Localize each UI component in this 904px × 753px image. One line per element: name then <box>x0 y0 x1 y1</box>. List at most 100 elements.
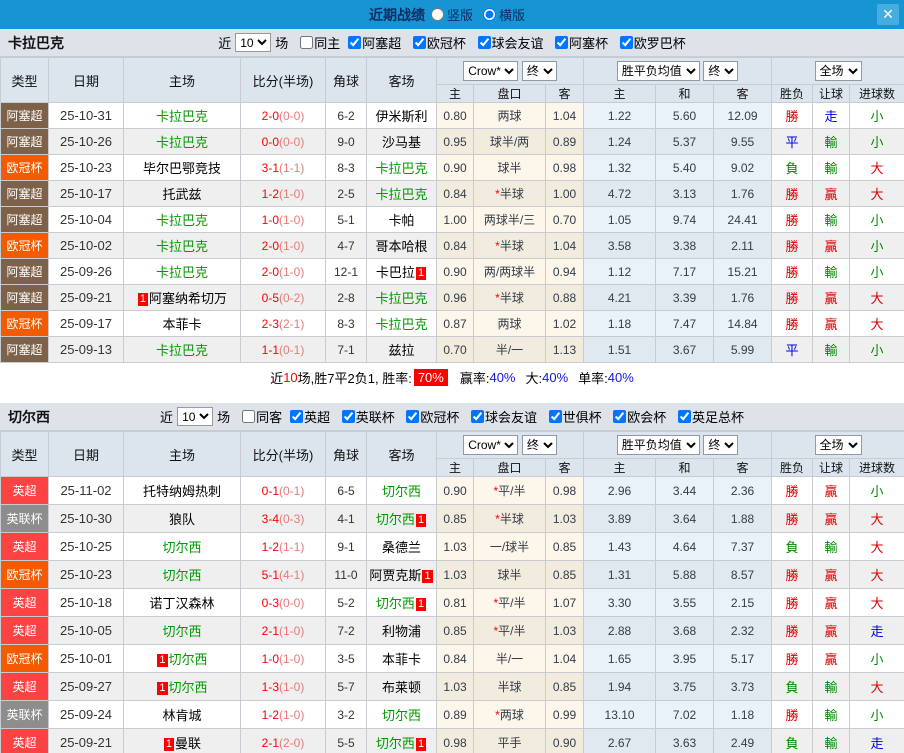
score-cell: 2-1(2-0) <box>241 729 326 753</box>
halftime-score: (1-0) <box>279 624 304 638</box>
col-away: 客场 <box>367 432 437 477</box>
league-filter-checkbox[interactable] <box>342 410 355 423</box>
goals-result-cell: 走 <box>850 617 904 645</box>
horizontal-radio[interactable] <box>483 8 496 21</box>
league-filter-checkbox[interactable] <box>471 410 484 423</box>
league-filter[interactable]: 欧会杯 <box>609 407 666 426</box>
col-goals: 进球数 <box>850 459 904 477</box>
league-filter-checkbox[interactable] <box>613 410 626 423</box>
league-filter[interactable]: 阿塞超 <box>344 33 401 52</box>
halftime-score: (1-0) <box>279 652 304 666</box>
league-filter-checkbox[interactable] <box>348 36 361 49</box>
league-filter[interactable]: 英足总杯 <box>674 407 744 426</box>
home-team-name: 托特纳姆热刺 <box>143 484 221 499</box>
avg-stage-select[interactable]: 终 <box>703 61 738 81</box>
league-filter-checkbox[interactable] <box>678 410 691 423</box>
league-cell: 阿塞超 <box>1 103 49 129</box>
away-team-cell: 切尔西 <box>367 701 437 729</box>
league-filter-checkbox[interactable] <box>413 36 426 49</box>
avg-draw-cell: 5.60 <box>656 103 714 129</box>
layout-radio-vertical[interactable]: 竖版 <box>431 5 473 24</box>
league-filter[interactable]: 欧罗巴杯 <box>616 33 686 52</box>
avg-home-cell: 1.43 <box>584 533 656 561</box>
handicap-cell: 两球 <box>474 311 546 337</box>
fulltime-score: 5-1 <box>262 568 279 582</box>
avg-away-cell: 12.09 <box>714 103 772 129</box>
match-row: 英超 25-09-27 1切尔西 1-3(1-0) 5-7 布莱顿 1.03 半… <box>1 673 904 701</box>
games-count-select[interactable]: 10 <box>177 407 213 426</box>
avg-home-cell: 3.30 <box>584 589 656 617</box>
vertical-radio[interactable] <box>431 8 444 21</box>
home-team-cell: 切尔西 <box>124 617 241 645</box>
avg-draw-cell: 3.64 <box>656 505 714 533</box>
avg-odds-select[interactable]: 胜平负均值 <box>617 61 700 81</box>
col-avg-home: 主 <box>584 85 656 103</box>
games-count-select[interactable]: 10 <box>235 33 271 52</box>
league-filter[interactable]: 英联杯 <box>338 407 395 426</box>
avg-stage-select[interactable]: 终 <box>703 435 738 455</box>
layout-radio-horizontal[interactable]: 横版 <box>483 5 525 24</box>
odds-source-select[interactable]: Crow* <box>463 435 518 455</box>
goals-result-cell: 小 <box>850 701 904 729</box>
league-filter[interactable]: 欧冠杯 <box>402 407 459 426</box>
handicap-cell: *半球 <box>474 181 546 207</box>
handicap-cell: 半球 <box>474 673 546 701</box>
col-handicap: 盘口 <box>474 85 546 103</box>
league-filter-checkbox[interactable] <box>478 36 491 49</box>
home-team-name: 卡拉巴克 <box>156 135 208 150</box>
same-venue-filter[interactable]: 同客 <box>238 407 282 426</box>
match-row: 欧冠杯 25-10-01 1切尔西 1-0(1-0) 3-5 本菲卡 0.84 … <box>1 645 904 673</box>
home-team-cell: 1阿塞纳希切万 <box>124 285 241 311</box>
goals-result-cell: 大 <box>850 155 904 181</box>
fulltime-select[interactable]: 全场 <box>815 61 862 81</box>
corner-cell: 8-3 <box>326 311 367 337</box>
odds-source-select[interactable]: Crow* <box>463 61 518 81</box>
home-team-cell: 诺丁汉森林 <box>124 589 241 617</box>
avg-odds-select[interactable]: 胜平负均值 <box>617 435 700 455</box>
avg-odds-group: 胜平负均值 终 <box>584 432 772 459</box>
corner-cell: 4-7 <box>326 233 367 259</box>
odds-stage-select[interactable]: 终 <box>522 435 557 455</box>
summary-text: 赢率: <box>460 368 490 387</box>
avg-draw-cell: 3.63 <box>656 729 714 753</box>
home-team-cell: 卡拉巴克 <box>124 129 241 155</box>
avg-away-cell: 3.73 <box>714 673 772 701</box>
date-cell: 25-10-25 <box>49 533 124 561</box>
league-filter-checkbox[interactable] <box>290 410 303 423</box>
league-filter-checkbox[interactable] <box>555 36 568 49</box>
league-filter-checkbox[interactable] <box>549 410 562 423</box>
handicap-result-cell: 輸 <box>813 533 850 561</box>
avg-away-cell: 1.76 <box>714 181 772 207</box>
avg-home-cell: 1.18 <box>584 311 656 337</box>
avg-home-cell: 3.58 <box>584 233 656 259</box>
league-filter[interactable]: 欧冠杯 <box>409 33 466 52</box>
league-filter-checkbox[interactable] <box>620 36 633 49</box>
avg-away-cell: 5.17 <box>714 645 772 673</box>
score-cell: 0-5(0-2) <box>241 285 326 311</box>
handicap-cell: *平/半 <box>474 589 546 617</box>
date-cell: 25-10-02 <box>49 233 124 259</box>
league-cell: 英联杯 <box>1 505 49 533</box>
date-cell: 25-09-21 <box>49 729 124 753</box>
odds-stage-select[interactable]: 终 <box>522 61 557 81</box>
league-filter[interactable]: 英超 <box>286 407 330 426</box>
close-icon[interactable]: ✕ <box>877 4 899 25</box>
col-odds-away: 客 <box>546 459 584 477</box>
league-filter[interactable]: 球会友谊 <box>467 407 537 426</box>
fulltime-score: 3-1 <box>262 161 279 175</box>
handicap-text: 两球 <box>500 708 524 722</box>
score-cell: 3-4(0-3) <box>241 505 326 533</box>
league-filter[interactable]: 阿塞杯 <box>551 33 608 52</box>
handicap-result-cell: 贏 <box>813 589 850 617</box>
league-filter[interactable]: 世俱杯 <box>545 407 602 426</box>
goals-result-cell: 大 <box>850 181 904 207</box>
league-filter[interactable]: 球会友谊 <box>474 33 544 52</box>
league-filter-checkbox[interactable] <box>406 410 419 423</box>
date-cell: 25-10-05 <box>49 617 124 645</box>
same-venue-checkbox[interactable] <box>242 410 255 423</box>
fulltime-select[interactable]: 全场 <box>815 435 862 455</box>
same-venue-checkbox[interactable] <box>300 36 313 49</box>
avg-home-cell: 1.31 <box>584 561 656 589</box>
same-venue-filter[interactable]: 同主 <box>296 33 340 52</box>
win-rate-badge: 70% <box>414 369 448 386</box>
